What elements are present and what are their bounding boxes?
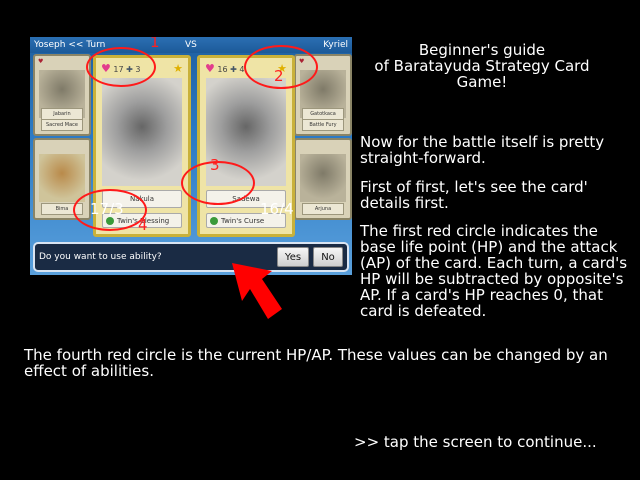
card-hp: 16 [217,65,228,74]
vs-label: VS [185,40,197,50]
annotation-ring-4 [73,189,147,231]
wayang-figure-image [39,154,85,202]
red-arrow-icon [232,263,282,319]
sword-icon: ✚ [230,65,237,74]
continue-prompt[interactable]: >> tap the screen to continue... [354,433,597,451]
guide-paragraph-2: First of first, let's see the card' deta… [360,178,588,212]
guide-paragraph-4: The fourth red circle is the current HP/… [24,346,608,380]
ability-icon [210,217,218,225]
player-name-right: Kyriel [323,40,348,50]
no-button[interactable]: No [313,247,343,267]
card-ability-label: Twin's Curse [221,217,265,225]
annotation-number-3: 3 [210,156,220,174]
game-screenshot: Yoseph << Turn VS Kyriel ♥ Jabarin Sacre… [30,37,352,275]
wayang-figure-image [300,154,346,202]
side-card-ability: Sacred Mace [41,119,83,131]
annotation-number-4: 4 [138,216,148,234]
side-card-left-top[interactable]: ♥ Jabarin Sacred Mace [33,54,91,136]
annotation-number-2: 2 [274,67,284,85]
side-card-ability: Battle Fury [302,119,344,131]
guide-paragraph-3: The first red circle indicates the base … [360,222,628,320]
ability-dialog: Do you want to use ability? Yes No [33,242,349,272]
guide-paragraph-1: Now for the battle itself is pretty stra… [360,133,605,167]
wayang-figure-image [102,78,182,186]
dialog-question: Do you want to use ability? [39,252,162,262]
heart-icon: ♥ [205,62,215,75]
heart-icon: ♥ [38,58,44,65]
side-card-name: Arjuna [302,203,344,215]
side-card-right-bottom[interactable]: Arjuna [294,138,352,220]
annotation-number-1: 1 [150,37,160,51]
star-icon: ★ [173,62,183,75]
annotation-ring-1 [86,47,156,87]
guide-title: Beginner's guide of Baratayuda Strategy … [374,41,590,91]
current-hp-ap-right: 16/4 [260,200,294,218]
player-name-left: Yoseph << Turn [34,40,106,50]
